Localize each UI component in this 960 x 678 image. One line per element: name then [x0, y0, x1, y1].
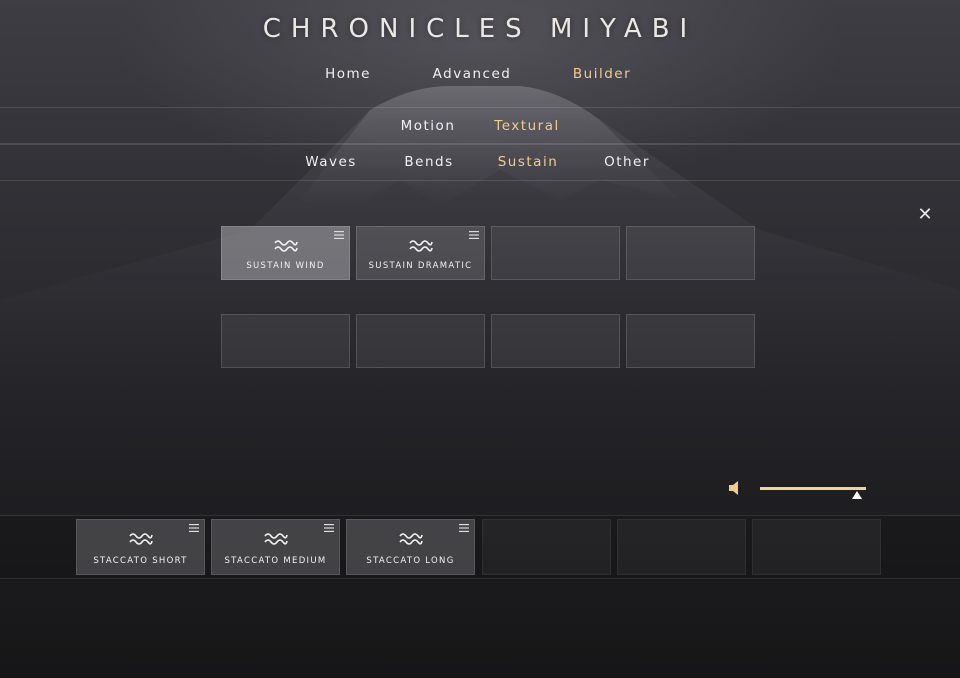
- category-nav: Waves Bends Sustain Other: [0, 143, 960, 181]
- nav-builder[interactable]: Builder: [573, 66, 631, 82]
- wave-icon: [128, 533, 153, 545]
- empty-dock-slot[interactable]: [482, 519, 611, 575]
- dock-slot[interactable]: STACCATO SHORT: [76, 519, 205, 575]
- empty-dock-slot[interactable]: [752, 519, 881, 575]
- close-icon[interactable]: ✕: [916, 206, 934, 224]
- nav-home[interactable]: Home: [325, 66, 371, 82]
- volume-slider[interactable]: [760, 487, 866, 490]
- empty-slot[interactable]: [626, 314, 755, 368]
- wave-icon: [273, 240, 298, 252]
- slot-label: SUSTAIN DRAMATIC: [368, 261, 473, 271]
- menu-icon[interactable]: [189, 524, 199, 532]
- empty-slot[interactable]: [356, 314, 485, 368]
- empty-slot[interactable]: [626, 226, 755, 280]
- category-other[interactable]: Other: [604, 154, 650, 170]
- slot-label: STACCATO LONG: [366, 556, 455, 566]
- empty-slot[interactable]: [221, 314, 350, 368]
- slot-label: STACCATO SHORT: [93, 556, 188, 566]
- empty-slot[interactable]: [491, 314, 620, 368]
- subnav-motion[interactable]: Motion: [401, 118, 456, 134]
- app-title: CHRONICLES MIYABI: [262, 14, 698, 44]
- subnav-textural[interactable]: Textural: [494, 118, 559, 134]
- articulation-slot[interactable]: SUSTAIN DRAMATIC: [356, 226, 485, 280]
- main-nav: Home Advanced Builder: [0, 66, 960, 86]
- dock-slot[interactable]: STACCATO MEDIUM: [211, 519, 340, 575]
- sub-nav: Motion Textural: [0, 107, 960, 145]
- menu-icon[interactable]: [334, 231, 344, 239]
- nav-advanced[interactable]: Advanced: [433, 66, 512, 82]
- category-waves[interactable]: Waves: [305, 154, 357, 170]
- menu-icon[interactable]: [469, 231, 479, 239]
- slot-label: STACCATO MEDIUM: [224, 556, 327, 566]
- empty-dock-slot[interactable]: [617, 519, 746, 575]
- articulation-slot[interactable]: SUSTAIN WIND: [221, 226, 350, 280]
- category-sustain[interactable]: Sustain: [498, 154, 559, 170]
- volume-handle-icon[interactable]: [852, 491, 862, 499]
- menu-icon[interactable]: [324, 524, 334, 532]
- menu-icon[interactable]: [459, 524, 469, 532]
- wave-icon: [263, 533, 288, 545]
- speaker-icon[interactable]: [728, 480, 742, 496]
- slot-label: SUSTAIN WIND: [246, 261, 325, 271]
- wave-icon: [398, 533, 423, 545]
- category-bends[interactable]: Bends: [404, 154, 453, 170]
- wave-icon: [408, 240, 433, 252]
- empty-slot[interactable]: [491, 226, 620, 280]
- volume-control: [726, 478, 871, 502]
- articulation-dock: STACCATO SHORT STACCATO MEDIUM STACCATO …: [0, 515, 960, 579]
- dock-slot[interactable]: STACCATO LONG: [346, 519, 475, 575]
